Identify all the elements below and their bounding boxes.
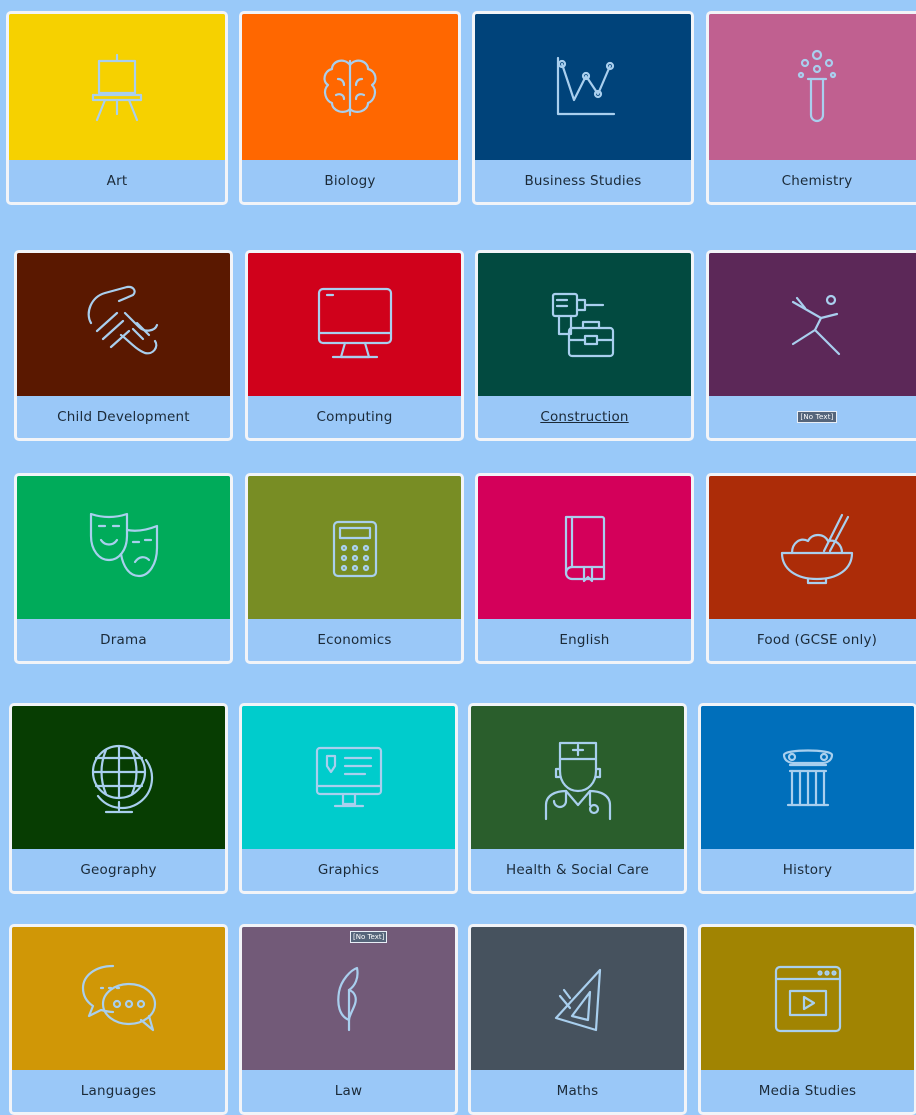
subject-label: Law	[334, 1083, 363, 1099]
subject-label: Drama	[100, 632, 147, 648]
quill-icon	[336, 966, 359, 1031]
no-text-badge: [No Text]	[350, 931, 388, 943]
monitor-icon	[317, 287, 392, 358]
subject-label: History	[782, 862, 833, 878]
subject-tile-chemistry[interactable]: Chemistry	[706, 11, 916, 205]
subject-label: Computing	[316, 409, 393, 425]
dancer-icon	[791, 294, 841, 355]
tile-image	[12, 927, 225, 1070]
tile-image	[242, 706, 455, 849]
subject-tile-economics[interactable]: Economics	[245, 473, 464, 664]
subject-label: Geography	[80, 862, 157, 878]
subject-label: Graphics	[317, 862, 380, 878]
book-icon	[564, 515, 605, 582]
subject-label: Media Studies	[758, 1083, 857, 1099]
line-chart-icon	[556, 56, 616, 116]
easel-icon	[91, 53, 143, 122]
tile-image	[471, 927, 684, 1070]
tile-image	[709, 476, 916, 619]
tile-image	[471, 706, 684, 849]
subject-tile-biology[interactable]: Biology	[239, 11, 461, 205]
subject-label: Food (GCSE only)	[756, 632, 878, 648]
doctor-icon	[544, 741, 611, 820]
subject-tile-dance[interactable]: [No Text]	[706, 250, 916, 441]
tile-image	[475, 14, 691, 160]
subject-tile-media-studies[interactable]: Media Studies	[698, 924, 916, 1115]
subject-tile-child-development[interactable]: Child Development	[14, 250, 233, 441]
speech-bubbles-icon	[81, 964, 156, 1031]
subject-label: Maths	[556, 1083, 599, 1099]
subject-tile-food[interactable]: Food (GCSE only)	[706, 473, 916, 664]
hands-icon	[87, 285, 158, 354]
tile-image	[248, 253, 461, 396]
subject-tile-geography[interactable]: Geography	[9, 703, 228, 894]
drill-toolbox-icon	[551, 292, 614, 357]
calculator-icon	[332, 520, 377, 577]
subject-label: Health & Social Care	[505, 862, 649, 878]
subject-label: Economics	[317, 632, 392, 648]
food-bowl-icon	[780, 513, 854, 584]
subject-tile-maths[interactable]: Maths	[468, 924, 687, 1115]
tile-image	[478, 476, 691, 619]
subject-label: Languages	[80, 1083, 157, 1099]
tile-image	[701, 706, 914, 849]
tile-image	[17, 476, 230, 619]
tile-image	[701, 927, 914, 1070]
tile-image	[17, 253, 230, 396]
subject-tile-languages[interactable]: Languages	[9, 924, 228, 1115]
subject-tile-construction[interactable]: Construction	[475, 250, 694, 441]
tile-image	[9, 14, 225, 160]
brain-icon	[323, 59, 377, 117]
tile-image	[248, 476, 461, 619]
subject-tile-english[interactable]: English	[475, 473, 694, 664]
subject-tile-drama[interactable]: Drama	[14, 473, 233, 664]
theatre-masks-icon	[89, 512, 158, 577]
subject-label: English	[559, 632, 610, 648]
subject-label: Biology	[324, 173, 376, 189]
test-tube-icon	[797, 49, 837, 123]
subject-tile-business-studies[interactable]: Business Studies	[472, 11, 694, 205]
video-player-icon	[774, 965, 841, 1032]
subject-tile-art[interactable]: Art	[6, 11, 228, 205]
subject-label: Art	[106, 173, 128, 189]
no-text-badge: [No Text]	[797, 411, 837, 423]
subject-tile-health-social-care[interactable]: Health & Social Care	[468, 703, 687, 894]
design-monitor-icon	[315, 746, 382, 807]
tile-image: [No Text]	[242, 927, 455, 1070]
subject-label: Business Studies	[524, 173, 642, 189]
subject-tile-history[interactable]: History	[698, 703, 916, 894]
globe-icon	[91, 744, 153, 813]
subject-label: Child Development	[57, 409, 190, 425]
tile-image	[709, 14, 916, 160]
tile-image	[709, 253, 916, 396]
tile-image	[12, 706, 225, 849]
subject-tile-graphics[interactable]: Graphics	[239, 703, 458, 894]
subject-label: Chemistry	[781, 173, 853, 189]
tile-image	[242, 14, 458, 160]
column-icon	[782, 748, 833, 806]
subject-link[interactable]: Construction	[540, 409, 628, 425]
subject-tile-law[interactable]: [No Text] Law	[239, 924, 458, 1115]
set-square-icon	[554, 968, 601, 1031]
subject-tile-computing[interactable]: Computing	[245, 250, 464, 441]
tile-image	[478, 253, 691, 396]
